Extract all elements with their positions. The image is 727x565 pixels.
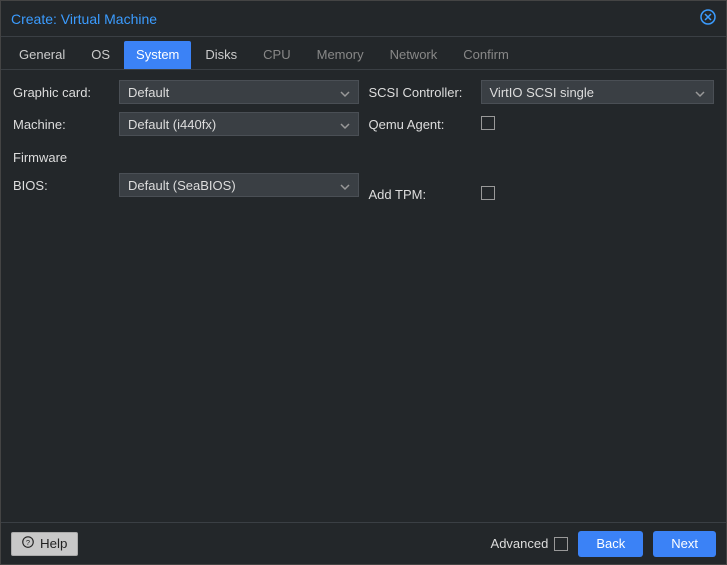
tab-os[interactable]: OS [79, 41, 122, 69]
tab-memory: Memory [305, 41, 376, 69]
next-button[interactable]: Next [653, 531, 716, 557]
select-scsi-controller[interactable]: VirtIO SCSI single [481, 80, 715, 104]
help-button-label: Help [40, 536, 67, 551]
checkbox-add-tpm[interactable] [481, 186, 495, 200]
select-scsi-controller-value: VirtIO SCSI single [490, 85, 696, 100]
left-column: Graphic card: Default Machine: Default (… [13, 80, 359, 512]
select-machine-value: Default (i440fx) [128, 117, 340, 132]
label-qemu-agent: Qemu Agent: [369, 117, 481, 132]
help-button[interactable]: ? Help [11, 532, 78, 556]
form-body: Graphic card: Default Machine: Default (… [1, 70, 726, 522]
advanced-label: Advanced [491, 536, 549, 551]
label-scsi-controller: SCSI Controller: [369, 85, 481, 100]
footer: ? Help Advanced Back Next [1, 522, 726, 564]
titlebar: Create: Virtual Machine [1, 1, 726, 37]
tab-network: Network [378, 41, 450, 69]
label-bios: BIOS: [13, 178, 119, 193]
chevron-down-icon [340, 119, 350, 129]
dialog-title: Create: Virtual Machine [11, 11, 700, 27]
tab-cpu: CPU [251, 41, 302, 69]
checkbox-qemu-agent[interactable] [481, 116, 495, 130]
firmware-header: Firmware [13, 150, 359, 165]
close-icon[interactable] [700, 9, 716, 28]
row-graphic-card: Graphic card: Default [13, 80, 359, 104]
checkbox-advanced[interactable] [554, 537, 568, 551]
select-bios-value: Default (SeaBIOS) [128, 178, 340, 193]
spacer-row [369, 150, 715, 174]
label-machine: Machine: [13, 117, 119, 132]
tab-general[interactable]: General [7, 41, 77, 69]
row-qemu-agent: Qemu Agent: [369, 112, 715, 136]
row-add-tpm: Add TPM: [369, 182, 715, 206]
row-bios: BIOS: Default (SeaBIOS) [13, 173, 359, 197]
wizard-tabs: General OS System Disks CPU Memory Netwo… [1, 37, 726, 70]
select-graphic-card-value: Default [128, 85, 340, 100]
chevron-down-icon [340, 87, 350, 97]
back-button[interactable]: Back [578, 531, 643, 557]
tab-system[interactable]: System [124, 41, 191, 69]
right-column: SCSI Controller: VirtIO SCSI single Qemu… [369, 80, 715, 512]
label-graphic-card: Graphic card: [13, 85, 119, 100]
chevron-down-icon [340, 180, 350, 190]
tab-disks[interactable]: Disks [193, 41, 249, 69]
select-bios[interactable]: Default (SeaBIOS) [119, 173, 359, 197]
select-machine[interactable]: Default (i440fx) [119, 112, 359, 136]
chevron-down-icon [695, 87, 705, 97]
label-add-tpm: Add TPM: [369, 187, 481, 202]
create-vm-dialog: Create: Virtual Machine General OS Syste… [0, 0, 727, 565]
row-machine: Machine: Default (i440fx) [13, 112, 359, 136]
tab-confirm: Confirm [451, 41, 521, 69]
svg-text:?: ? [26, 538, 30, 547]
row-scsi-controller: SCSI Controller: VirtIO SCSI single [369, 80, 715, 104]
advanced-toggle: Advanced [491, 536, 569, 551]
select-graphic-card[interactable]: Default [119, 80, 359, 104]
help-icon: ? [22, 536, 34, 551]
